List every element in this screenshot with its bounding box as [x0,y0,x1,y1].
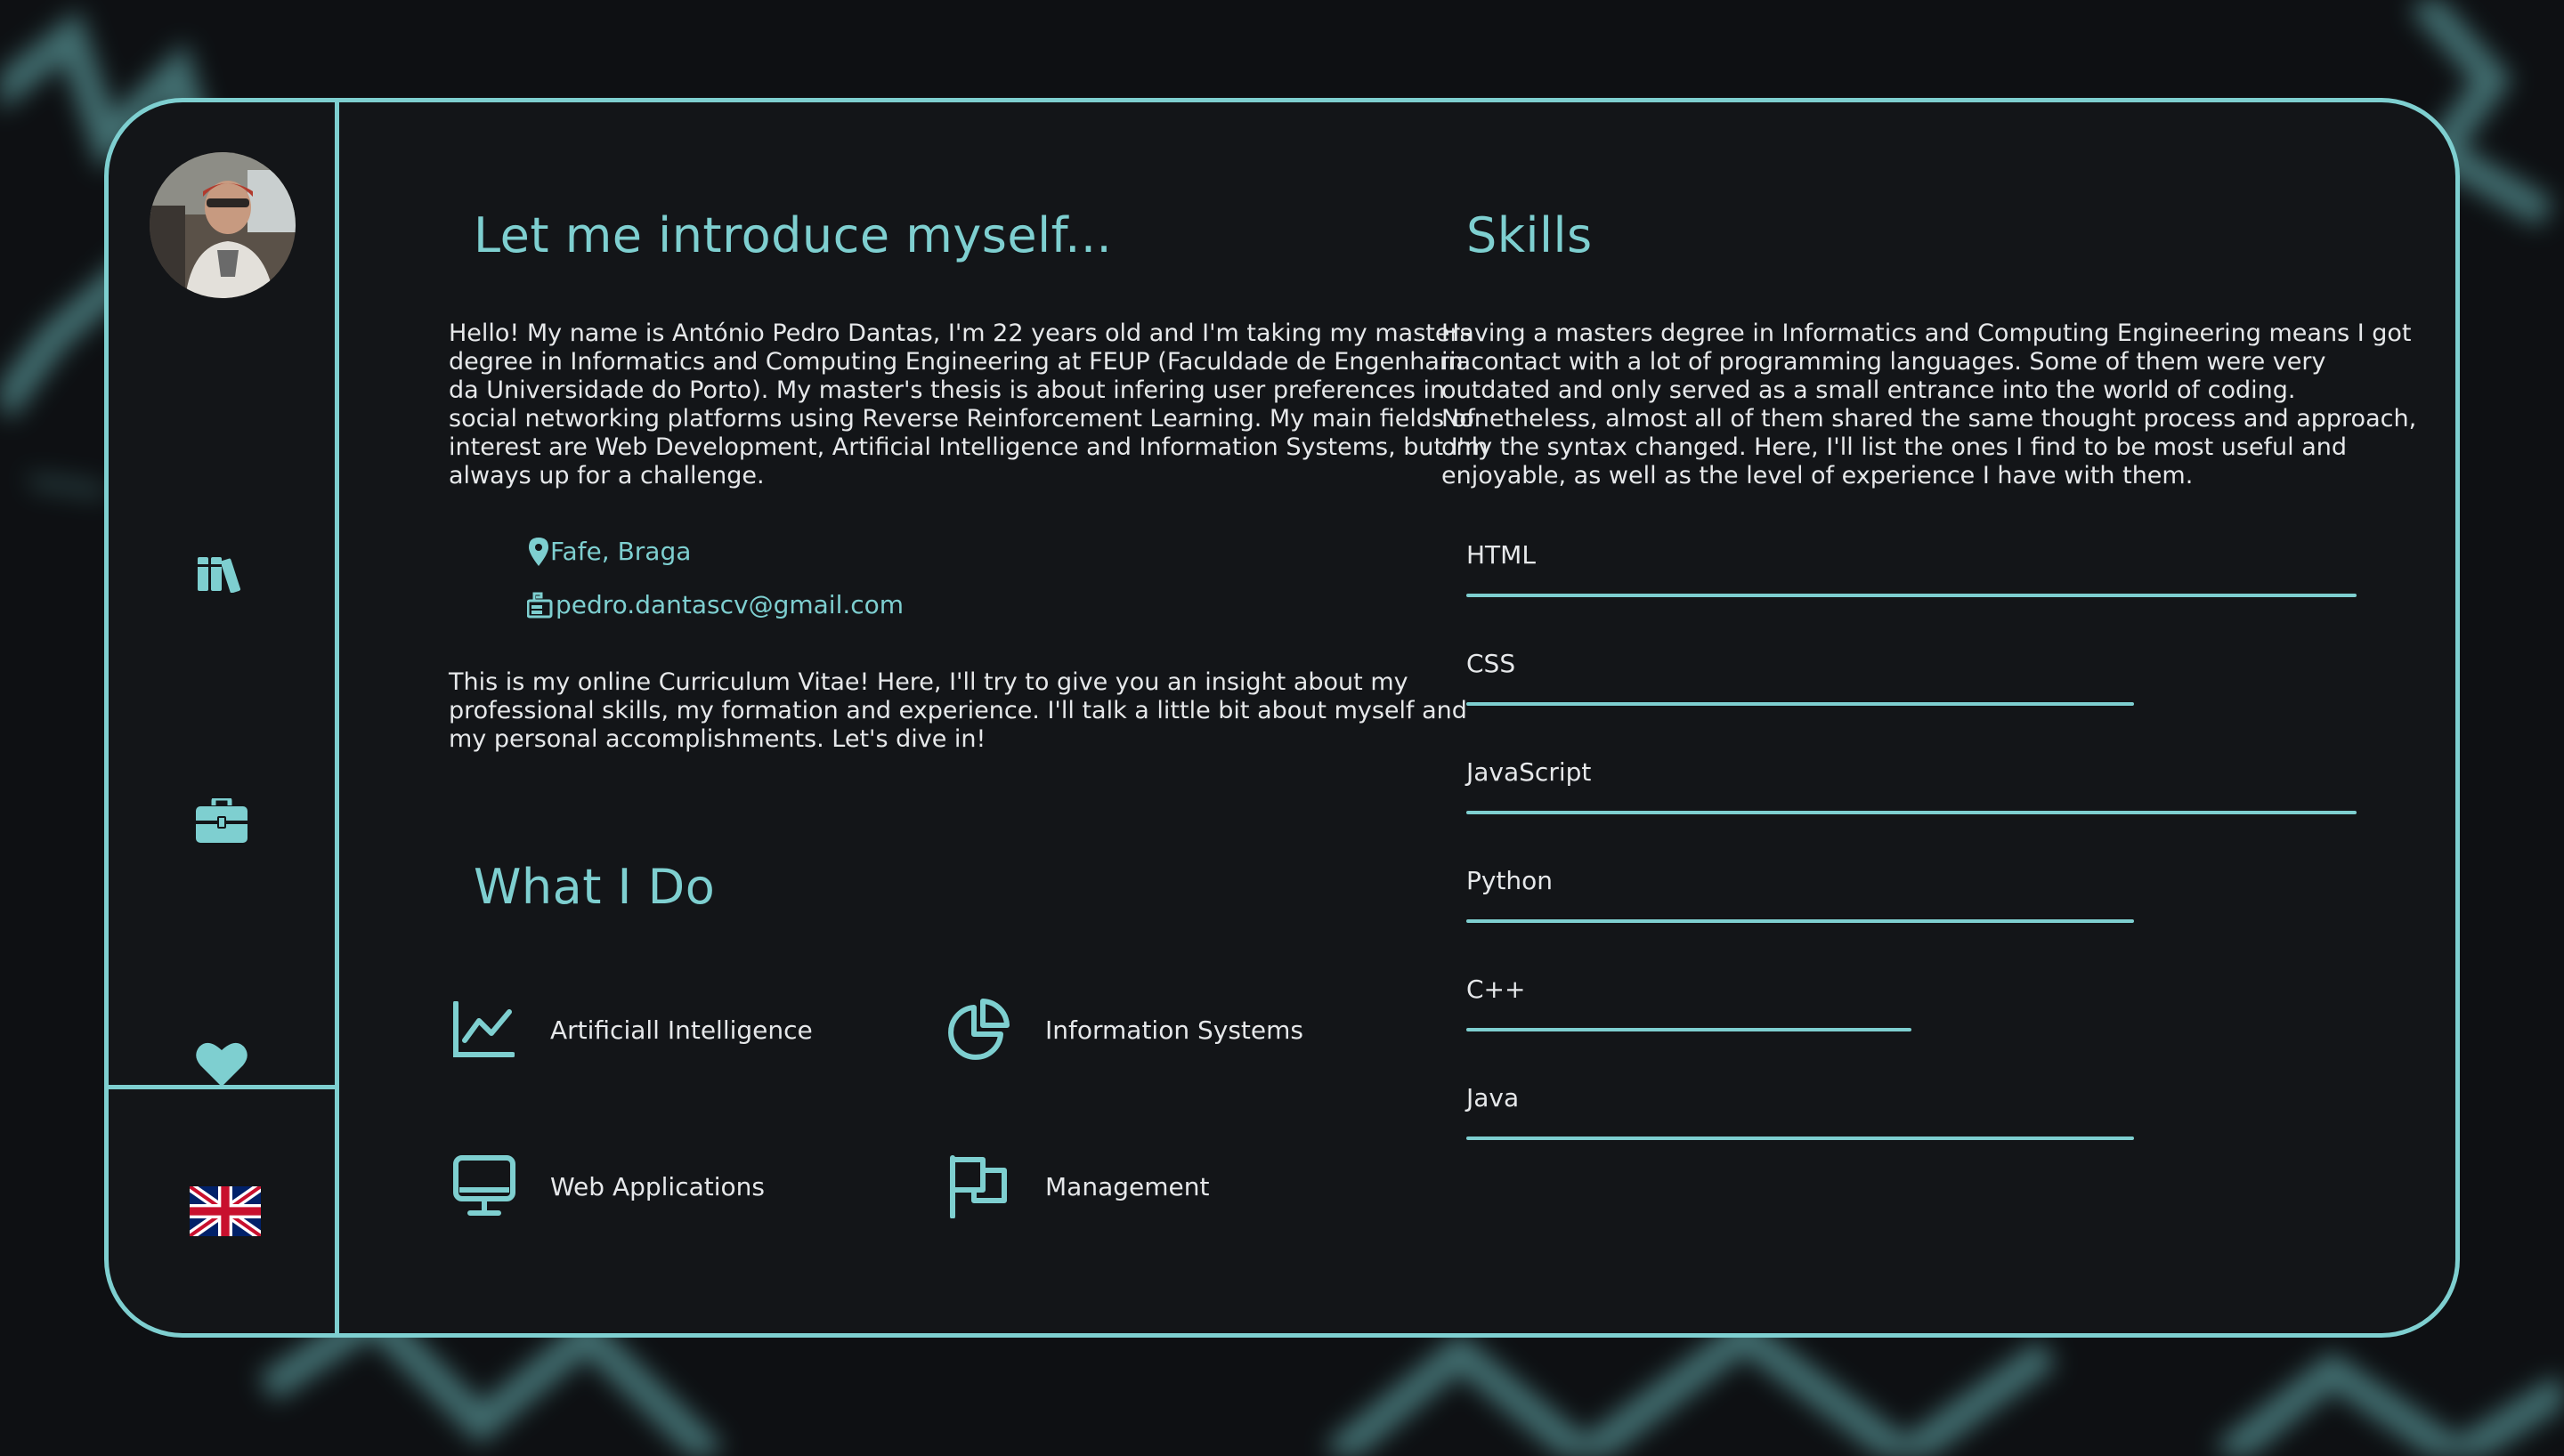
intro-paragraph-2: This is my online Curriculum Vitae! Here… [449,668,1467,753]
skill-label: HTML [1466,540,1536,570]
email-row[interactable]: pedro.dantascv@gmail.com [527,590,904,619]
flag-icon [947,1151,1018,1222]
avatar-photo [150,152,296,298]
nav-experience[interactable] [109,781,335,861]
service-management: Management [947,1151,1209,1222]
skill-label: CSS [1466,649,1516,678]
skill-level-bar [1466,702,2134,706]
map-pin-icon [529,537,548,566]
skill-level-bar [1466,811,2357,814]
sidebar-divider [109,1085,335,1089]
service-label: Web Applications [550,1171,765,1201]
nav-interests[interactable] [109,1024,335,1104]
what-i-do-title: What I Do [474,859,716,915]
profile-avatar[interactable] [150,152,296,298]
heart-icon [196,1042,247,1087]
language-switch-button[interactable] [186,1182,264,1241]
service-label: Artificiall Intelligence [550,1015,813,1045]
skill-level-bar [1466,594,2357,597]
service-web-applications: Web Applications [452,1151,765,1222]
skills-title: Skills [1466,207,1593,263]
service-ai: Artificiall Intelligence [452,994,813,1065]
skill-label: C++ [1466,975,1526,1004]
service-label: Information Systems [1045,1015,1303,1045]
email-link[interactable]: pedro.dantascv@gmail.com [556,590,904,619]
sidebar-nav [109,102,339,1333]
mailbox-icon [527,592,553,618]
intro-title: Let me introduce myself... [474,207,1113,263]
service-label: Management [1045,1171,1210,1201]
location-text: Fafe, Braga [550,537,692,566]
uk-flag-icon [186,1182,264,1241]
skill-level-bar [1466,1028,1911,1031]
skills-paragraph: Having a masters degree in Informatics a… [1441,320,2417,489]
books-icon [198,557,241,593]
location-row: Fafe, Braga [529,537,691,566]
skill-level-bar [1466,919,2134,923]
line-chart-icon [452,994,523,1065]
service-information-systems: Information Systems [947,994,1303,1065]
skill-level-bar [1466,1136,2134,1140]
skill-label: Java [1466,1083,1520,1112]
briefcase-icon [196,798,247,843]
cv-card: Let me introduce myself... Hello! My nam… [104,98,2460,1338]
monitor-icon [452,1151,523,1222]
pie-chart-icon [947,994,1018,1065]
skill-label: Python [1466,866,1554,895]
nav-books[interactable] [109,533,335,613]
skill-label: JavaScript [1466,757,1592,787]
intro-paragraph: Hello! My name is António Pedro Dantas, … [449,320,1489,489]
